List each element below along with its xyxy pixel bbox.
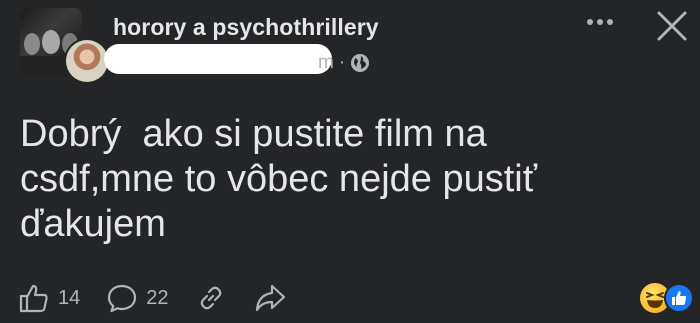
action-bar: 14 22: [18, 280, 313, 316]
comment-icon: [108, 284, 137, 313]
post-text: Dobrý ako si pustite film na csdf,mne to…: [20, 113, 537, 245]
link-icon: [200, 286, 221, 310]
post-avatars[interactable]: [20, 8, 110, 84]
reaction-summary[interactable]: [640, 280, 700, 314]
share-button[interactable]: [253, 282, 287, 314]
like-button[interactable]: 14: [18, 282, 80, 314]
user-avatar-image: [66, 40, 108, 82]
comment-button[interactable]: 22: [106, 282, 169, 314]
more-horizontal-icon[interactable]: [582, 10, 618, 34]
like-reaction-icon: [664, 283, 694, 313]
share-icon: [255, 284, 285, 312]
post-card: horory a psychothrillery m · Dobrý ako s…: [0, 0, 700, 323]
post-time[interactable]: m: [318, 52, 334, 74]
close-icon[interactable]: [654, 8, 690, 44]
globe-icon[interactable]: [350, 53, 370, 73]
meta-separator: ·: [338, 52, 346, 73]
group-name-link[interactable]: horory a psychothrillery: [113, 14, 379, 41]
post-meta: m ·: [318, 52, 370, 74]
thumbs-up-icon: [19, 284, 48, 313]
like-count: 14: [58, 286, 81, 309]
redacted-author-name: [104, 44, 332, 74]
comment-count: 22: [146, 286, 169, 309]
user-avatar[interactable]: [64, 38, 110, 84]
copy-link-button[interactable]: [195, 282, 227, 314]
